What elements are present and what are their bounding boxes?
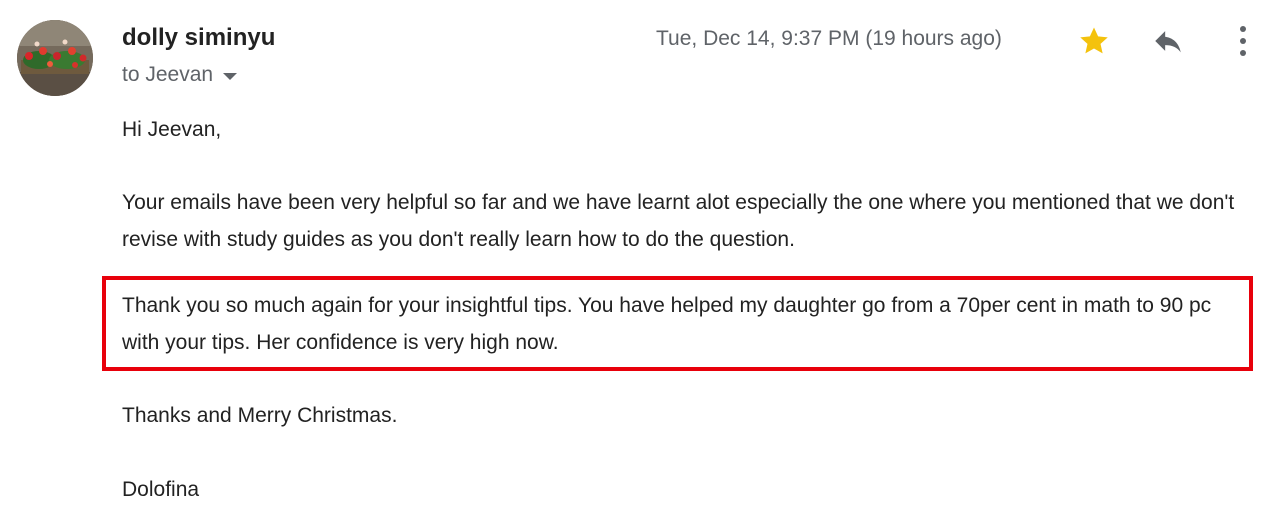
recipient-details-toggle[interactable]: to Jeevan: [122, 63, 238, 87]
message-signoff: Thanks and Merry Christmas.: [122, 404, 398, 427]
profile-photo-flowers-icon: [17, 20, 93, 96]
sender-name: dolly siminyu: [122, 24, 276, 51]
message-paragraph: Your emails have been very helpful so fa…: [122, 191, 1235, 251]
message-greeting: Hi Jeevan,: [122, 118, 222, 141]
email-message-view: dolly siminyu to Jeevan Tue, Dec 14, 9:3…: [0, 0, 1273, 525]
star-button[interactable]: [1077, 24, 1111, 58]
more-options-button[interactable]: [1231, 22, 1255, 60]
star-icon: [1080, 27, 1108, 54]
reply-icon: [1155, 31, 1181, 53]
message-signature: Dolofina: [122, 478, 200, 501]
more-vert-icon: [1240, 26, 1246, 56]
message-timestamp: Tue, Dec 14, 9:37 PM (19 hours ago): [656, 27, 1002, 50]
highlighted-paragraph: Thank you so much again for your insight…: [122, 294, 1212, 354]
sender-avatar[interactable]: [17, 20, 93, 96]
chevron-down-icon[interactable]: [223, 72, 238, 80]
recipient-label: to Jeevan: [122, 63, 214, 86]
reply-button[interactable]: [1150, 24, 1186, 58]
